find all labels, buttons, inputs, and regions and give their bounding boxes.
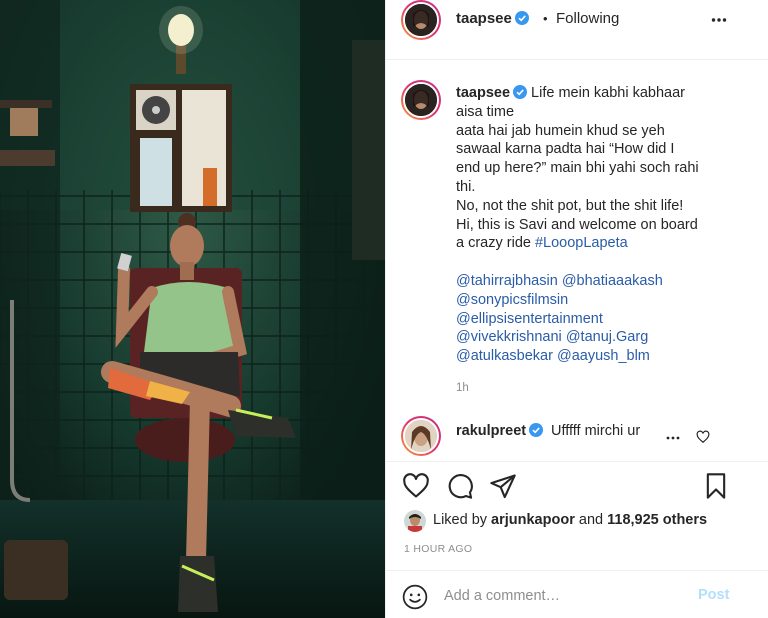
- divider: [386, 461, 768, 462]
- caption-line: thi.: [456, 178, 476, 195]
- hashtag-link[interactable]: #LooopLapeta: [535, 235, 628, 251]
- mention-link[interactable]: @ellipsisentertainment: [456, 311, 603, 327]
- more-horizontal-icon[interactable]: [711, 12, 727, 28]
- commenter-avatar[interactable]: [401, 416, 441, 456]
- mention-link[interactable]: @bhatiaaakash: [562, 273, 663, 289]
- commenter-username[interactable]: rakulpreet: [456, 423, 544, 439]
- post-caption: taapsee Life mein kabhi kabhaar aisa tim…: [456, 84, 756, 366]
- smiley-icon[interactable]: [402, 584, 428, 610]
- caption-line: Life mein kabhi kabhaar: [531, 85, 686, 101]
- action-bar: [386, 464, 768, 508]
- liked-by-prefix: Liked by: [433, 512, 488, 528]
- mention-link[interactable]: @tanuj.Garg: [566, 329, 648, 345]
- caption-line: No, not the shit pot, but the shit life!: [456, 197, 684, 214]
- verified-badge-icon: [514, 11, 529, 25]
- comment-text: Ufffff mirchi ur: [551, 423, 641, 439]
- likes-count[interactable]: 118,925 others: [607, 512, 707, 528]
- post-details-pane: taapsee • Following taapsee Life mein ka…: [385, 0, 768, 618]
- caption-verified-badge-icon: [513, 85, 528, 99]
- mention-link[interactable]: @aayush_blm: [557, 348, 650, 364]
- post-image: [0, 0, 385, 618]
- following-button[interactable]: Following: [556, 10, 619, 27]
- caption-line: end up here?” main bhi yahi soch rahi: [456, 160, 699, 177]
- likes-conjunction: and: [578, 512, 604, 528]
- mention-link[interactable]: @sonypicsfilmsin: [456, 292, 568, 308]
- caption-line: aata hai jab humein khud se yeh: [456, 122, 665, 139]
- commenter-username-text[interactable]: rakulpreet: [456, 423, 526, 439]
- bookmark-icon[interactable]: [702, 472, 730, 500]
- caption-avatar-image: [405, 84, 437, 116]
- comment-icon[interactable]: [446, 472, 474, 500]
- mention-link[interactable]: @vivekkrishnani: [456, 329, 562, 345]
- author-avatar[interactable]: [401, 0, 441, 40]
- post-header: taapsee • Following: [386, 0, 768, 60]
- post-time-ago[interactable]: 1 HOUR AGO: [404, 543, 472, 555]
- share-icon[interactable]: [489, 472, 517, 500]
- commenter-verified-badge-icon: [529, 423, 544, 437]
- heart-icon[interactable]: [402, 472, 430, 500]
- caption-line: sawaal karna padta hai “How did I: [456, 141, 675, 158]
- caption-username[interactable]: taapsee: [456, 85, 510, 101]
- liker-avatar[interactable]: [404, 510, 426, 532]
- caption-line: aisa time: [456, 103, 515, 120]
- comment-more-icon[interactable]: [666, 435, 680, 441]
- author-username[interactable]: taapsee: [456, 10, 529, 27]
- post-photo[interactable]: [0, 0, 385, 618]
- add-comment-input[interactable]: [444, 584, 674, 608]
- mention-link[interactable]: @tahirrajbhasin: [456, 273, 558, 289]
- liker-avatar-image: [404, 510, 426, 532]
- liker-username[interactable]: arjunkapoor: [491, 512, 575, 528]
- caption-author-avatar[interactable]: [401, 80, 441, 120]
- caption-line: a crazy ride: [456, 235, 531, 252]
- author-username-text[interactable]: taapsee: [456, 10, 512, 27]
- comment-like-heart-icon[interactable]: [696, 430, 710, 444]
- author-avatar-image: [405, 4, 437, 36]
- header-separator: •: [543, 11, 548, 26]
- comment-row: rakulpreet Ufffff mirchi ur: [386, 412, 768, 457]
- add-comment-bar: Post: [386, 570, 768, 618]
- caption-line: Hi, this is Savi and welcome on board: [456, 216, 698, 233]
- mention-link[interactable]: @atulkasbekar: [456, 348, 553, 364]
- caption-timestamp[interactable]: 1h: [456, 382, 469, 394]
- commenter-avatar-image: [405, 420, 437, 452]
- post-comment-button[interactable]: Post: [698, 587, 729, 603]
